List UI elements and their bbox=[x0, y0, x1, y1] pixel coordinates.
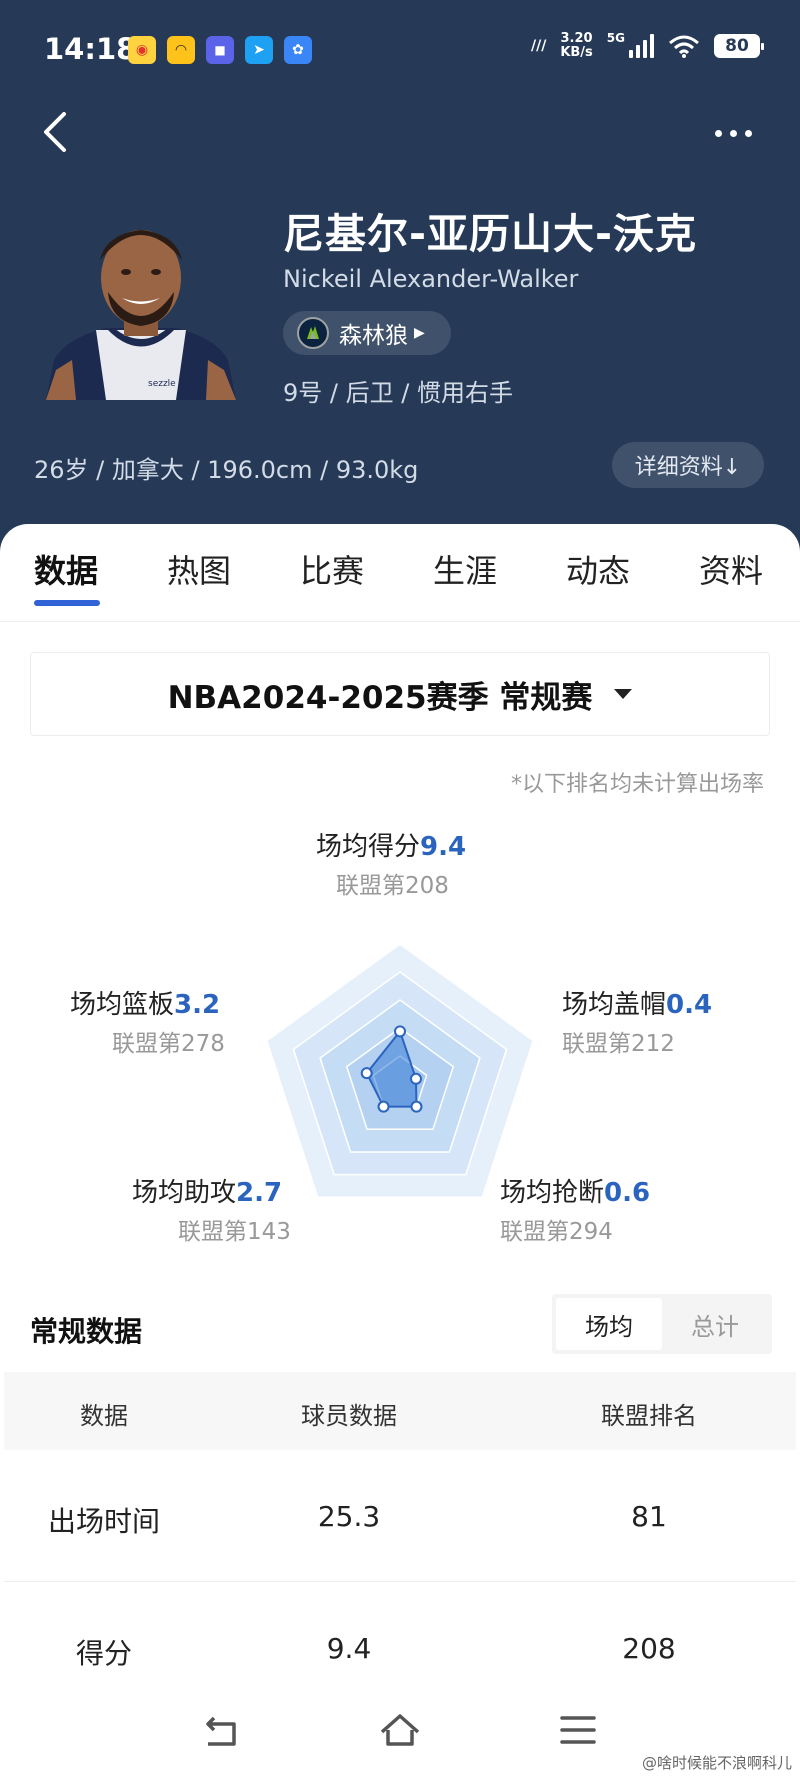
tab-news[interactable]: 动态 bbox=[566, 546, 630, 592]
net-speed: 3.20 KB/s bbox=[560, 31, 593, 60]
radar-rank-assists: 联盟第143 bbox=[178, 1219, 291, 1245]
arrow-right-icon: ▶ bbox=[414, 325, 425, 341]
header-league-rank: 联盟排名 bbox=[601, 1402, 697, 1430]
radar-point-2 bbox=[410, 1100, 423, 1113]
radar-point-4 bbox=[360, 1067, 373, 1080]
stat-name: 出场时间 bbox=[47, 1505, 160, 1538]
ranking-note: *以下排名均未计算出场率 bbox=[510, 772, 764, 797]
team-link[interactable]: 森林狼 ▶ bbox=[283, 311, 451, 355]
radar-label-points: 场均得分9.4 bbox=[316, 832, 467, 862]
player-position-info: 9号 / 后卫 / 惯用右手 bbox=[283, 379, 513, 407]
timberwolves-logo-icon bbox=[297, 317, 329, 349]
radar-chart: 场均得分9.4 联盟第208 场均盖帽0.4 联盟第212 场均抢断0.6 联盟… bbox=[0, 814, 800, 1344]
network-type: 5G bbox=[606, 31, 625, 45]
baidu-icon: ✿ bbox=[284, 36, 312, 64]
player-avatar: sezzle bbox=[46, 230, 236, 400]
tieba-icon: ■ bbox=[206, 36, 234, 64]
player-bio: 26岁 / 加拿大 / 196.0cm / 93.0kg bbox=[34, 456, 419, 484]
stat-rank: 81 bbox=[631, 1500, 667, 1533]
table-row: 出场时间 25.3 81 bbox=[4, 1450, 796, 1582]
jersey-sponsor-label: sezzle bbox=[148, 379, 176, 389]
totals-toggle[interactable]: 总计 bbox=[662, 1298, 768, 1350]
weibo-icon: ◉ bbox=[128, 36, 156, 64]
back-icon[interactable] bbox=[36, 108, 76, 156]
watermark: @啥时候能不浪啊科儿 bbox=[641, 1754, 792, 1772]
team-name: 森林狼 bbox=[339, 323, 408, 349]
content-panel: 数据 热图 比赛 生涯 动态 资料 NBA2024-2025赛季 常规赛 *以下… bbox=[0, 524, 800, 1714]
status-time: 14:18 bbox=[44, 32, 137, 66]
signal-icon bbox=[629, 34, 654, 58]
status-bar: 14:18 ◉ ◠ ■ ➤ ✿ /// 3.20 KB/s 5G 80 bbox=[0, 24, 800, 76]
radar-label-assists: 场均助攻2.7 bbox=[132, 1178, 283, 1208]
detail-info-button[interactable]: 详细资料↓ bbox=[612, 442, 764, 488]
taobao-icon: ◠ bbox=[167, 36, 195, 64]
radar-rank-blocks: 联盟第212 bbox=[562, 1031, 675, 1057]
radar-rank-points: 联盟第208 bbox=[336, 873, 449, 899]
header-player-value: 球员数据 bbox=[301, 1402, 397, 1430]
radar-label-rebounds: 场均篮板3.2 bbox=[70, 990, 221, 1020]
tab-heatmap[interactable]: 热图 bbox=[167, 546, 231, 592]
radar-point-3 bbox=[377, 1100, 390, 1113]
stat-name: 得分 bbox=[75, 1637, 132, 1670]
regular-stats-title: 常规数据 bbox=[30, 1315, 143, 1348]
player-header: 14:18 ◉ ◠ ■ ➤ ✿ /// 3.20 KB/s 5G 80 sezz… bbox=[0, 0, 800, 560]
tab-profile[interactable]: 资料 bbox=[699, 546, 763, 592]
status-indicators: /// 3.20 KB/s 5G 80 bbox=[530, 31, 764, 60]
tab-stats[interactable]: 数据 bbox=[34, 546, 98, 592]
active-tab-indicator bbox=[34, 600, 100, 606]
wifi-icon bbox=[669, 35, 699, 58]
tab-career[interactable]: 生涯 bbox=[433, 546, 497, 592]
player-name-en: Nickeil Alexander-Walker bbox=[283, 265, 579, 293]
nav-menu-icon[interactable] bbox=[556, 1710, 600, 1750]
nav-home-icon[interactable] bbox=[378, 1710, 422, 1750]
radar-point-1 bbox=[409, 1072, 422, 1085]
stat-value: 25.3 bbox=[317, 1500, 381, 1533]
stats-table-header: 数据 球员数据 联盟排名 bbox=[4, 1372, 796, 1450]
season-label: NBA2024-2025赛季 常规赛 bbox=[167, 679, 593, 716]
more-options-icon[interactable] bbox=[708, 118, 758, 148]
radar-rank-steals: 联盟第294 bbox=[500, 1219, 613, 1245]
stats-mode-toggle: 场均 总计 bbox=[552, 1294, 772, 1354]
radar-label-steals: 场均抢断0.6 bbox=[500, 1178, 651, 1208]
tab-games[interactable]: 比赛 bbox=[300, 546, 364, 592]
tab-bar: 数据 热图 比赛 生涯 动态 资料 bbox=[0, 524, 800, 622]
player-name-cn: 尼基尔-亚历山大-沃克 bbox=[283, 210, 698, 258]
radar-label-blocks: 场均盖帽0.4 bbox=[562, 990, 713, 1020]
battery-icon: 80 bbox=[714, 34, 764, 58]
stat-value: 9.4 bbox=[326, 1632, 372, 1665]
telegram-icon: ➤ bbox=[245, 36, 273, 64]
per-game-toggle[interactable]: 场均 bbox=[556, 1298, 662, 1350]
radar-point-0 bbox=[394, 1025, 406, 1038]
season-dropdown[interactable]: NBA2024-2025赛季 常规赛 bbox=[30, 652, 770, 736]
header-stat: 数据 bbox=[80, 1402, 128, 1430]
nfc-icon: /// bbox=[530, 38, 547, 54]
stat-rank: 208 bbox=[622, 1632, 676, 1665]
notification-icons: ◉ ◠ ■ ➤ ✿ bbox=[128, 36, 312, 64]
nav-back-icon[interactable] bbox=[200, 1710, 244, 1750]
radar-rank-rebounds: 联盟第278 bbox=[112, 1031, 225, 1057]
caret-down-icon bbox=[614, 689, 633, 699]
